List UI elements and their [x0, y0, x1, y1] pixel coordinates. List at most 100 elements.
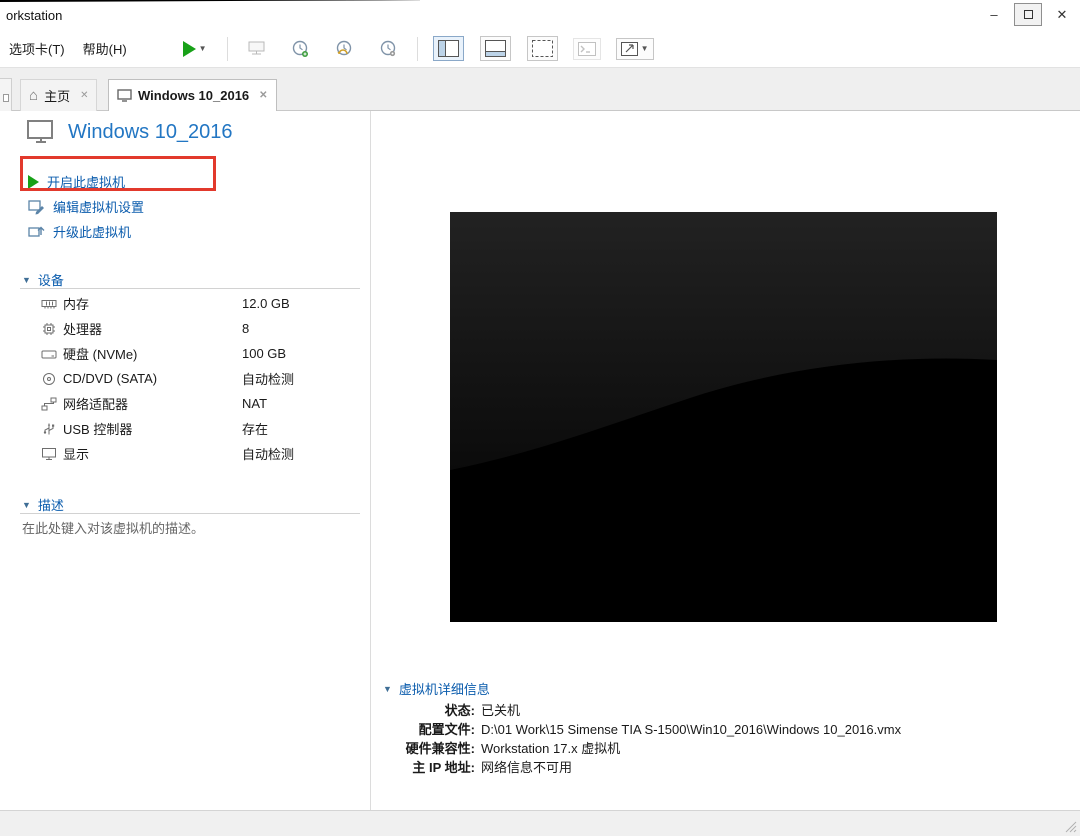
toolbar-separator [226, 36, 228, 61]
home-icon: ⌂ [29, 87, 39, 104]
device-row-display[interactable]: 显示 自动检测 [0, 441, 371, 466]
maximize-button[interactable] [1014, 3, 1042, 26]
device-name: 硬盘 (NVMe) [63, 347, 138, 362]
upgrade-vm-link[interactable]: 升级此虚拟机 [28, 219, 144, 244]
take-snapshot-button[interactable] [286, 36, 314, 62]
device-name: 网络适配器 [63, 397, 129, 412]
disk-icon [41, 350, 57, 358]
device-row-hard-disk[interactable]: 硬盘 (NVMe) 100 GB [0, 341, 371, 366]
device-row-network-adapter[interactable]: 网络适配器 NAT [0, 391, 371, 416]
tab-vm-label: Windows 10_2016 [138, 88, 250, 103]
network-adapter-icon [41, 397, 57, 410]
device-name: 内存 [63, 297, 90, 312]
device-row-processors[interactable]: 处理器 8 [0, 316, 371, 341]
revert-snapshot-icon [336, 40, 351, 55]
tab-home-close-icon[interactable]: ✕ [80, 90, 88, 101]
device-value: 8 [242, 321, 250, 336]
menu-help[interactable]: 帮助(H) [74, 34, 136, 63]
vm-title-monitor-icon [27, 120, 53, 143]
library-tab-icon [2, 94, 9, 102]
device-name: CD/DVD (SATA) [63, 371, 158, 386]
view-layout-group [432, 36, 558, 61]
device-name: 显示 [63, 447, 90, 462]
snapshot-manager-button[interactable] [374, 36, 402, 62]
minimize-icon: – [990, 7, 998, 22]
power-on-toolbar-button[interactable]: ▼ [178, 37, 212, 61]
toolbar: ▼ ▼ [178, 36, 654, 62]
main-content: Windows 10_2016 开启此虚拟机 编辑虚拟机设置 升级此虚拟机 ▼ … [0, 111, 1080, 810]
device-row-usb-controller[interactable]: USB 控制器 存在 [0, 416, 371, 441]
vm-preview-panel: ▼ 虚拟机详细信息 状态: 已关机 配置文件: D:\01 Work\15 Si… [371, 111, 1080, 810]
devices-list: 内存 12.0 GB 处理器 8 硬盘 (NVMe) 100 GB CD/DVD… [0, 291, 371, 466]
page-title: Windows 10_2016 [68, 120, 233, 143]
close-button[interactable]: ✕ [1048, 3, 1076, 26]
vm-console-thumbnail[interactable] [450, 212, 997, 622]
snapshot-group [286, 36, 402, 62]
vm-header: Windows 10_2016 [26, 119, 233, 145]
device-value: 100 GB [242, 346, 287, 361]
play-icon [182, 40, 196, 57]
tab-vm[interactable]: Windows 10_2016 ✕ [108, 79, 277, 112]
tab-home-label: 主页 [44, 89, 71, 104]
device-row-memory[interactable]: 内存 12.0 GB [0, 291, 371, 316]
upgrade-vm-icon [28, 226, 45, 237]
console-button[interactable] [572, 37, 601, 60]
thumbnail-bar-icon [484, 40, 506, 57]
cd-dvd-icon [43, 372, 55, 385]
vm-actions: 开启此虚拟机 编辑虚拟机设置 升级此虚拟机 [28, 169, 144, 244]
vm-screen-image [450, 212, 997, 622]
device-value: NAT [242, 396, 268, 411]
menu-tabs[interactable]: 选项卡(T) [0, 34, 74, 63]
device-value: 自动检测 [242, 372, 295, 387]
take-snapshot-icon [292, 40, 308, 57]
vm-details-header-label: 虚拟机详细信息 [398, 682, 490, 697]
tab-vm-close-icon[interactable]: ✕ [259, 90, 267, 101]
vm-details-section-header[interactable]: ▼ 虚拟机详细信息 [383, 679, 490, 698]
detail-row-primary-ip: 主 IP 地址: 网络信息不可用 [383, 758, 901, 777]
collapse-triangle-icon: ▼ [383, 683, 392, 694]
detail-row-state: 状态: 已关机 [383, 701, 901, 720]
power-on-label: 开启此虚拟机 [47, 175, 126, 190]
revert-snapshot-button[interactable] [330, 36, 358, 62]
detail-row-config-file: 配置文件: D:\01 Work\15 Simense TIA S-1500\W… [383, 720, 901, 739]
detail-row-hardware-compat: 硬件兼容性: Workstation 17.x 虚拟机 [383, 739, 901, 758]
maximize-icon [1023, 10, 1033, 19]
send-ctrl-alt-del-button[interactable] [243, 37, 271, 60]
collapse-triangle-icon: ▼ [22, 499, 31, 510]
console-view-toggle-button[interactable] [526, 36, 558, 61]
resize-grip[interactable] [1064, 820, 1077, 833]
vm-monitor-icon [117, 89, 132, 102]
library-panel-toggle-button[interactable] [432, 36, 464, 61]
device-value: 存在 [242, 422, 269, 437]
power-on-vm-link[interactable]: 开启此虚拟机 [28, 169, 144, 194]
window-title: orkstation [6, 7, 63, 23]
detail-value: 网络信息不可用 [481, 760, 573, 775]
ctrl-alt-del-icon [248, 41, 265, 55]
description-section-header[interactable]: ▼ 描述 [22, 495, 64, 514]
description-placeholder-text[interactable]: 在此处键入对该虚拟机的描述。 [22, 518, 204, 537]
edit-vm-settings-link[interactable]: 编辑虚拟机设置 [28, 194, 144, 219]
play-icon [28, 174, 39, 189]
fullscreen-button[interactable]: ▼ [615, 37, 654, 60]
device-name: 处理器 [63, 322, 103, 337]
detail-label: 状态: [444, 703, 475, 718]
console-view-icon [531, 40, 553, 57]
device-value: 自动检测 [242, 447, 295, 462]
window-controls: – ✕ [980, 3, 1076, 26]
tab-home[interactable]: ⌂ 主页 ✕ [20, 79, 98, 112]
collapse-triangle-icon: ▼ [22, 274, 31, 285]
device-value: 12.0 GB [242, 296, 290, 311]
thumbnail-bar-toggle-button[interactable] [479, 36, 511, 61]
detail-value: Workstation 17.x 虚拟机 [481, 741, 621, 756]
usb-controller-icon [43, 423, 55, 434]
section-divider [20, 288, 360, 289]
cpu-icon [43, 322, 55, 335]
chevron-down-icon: ▼ [640, 44, 649, 53]
detail-value: 已关机 [481, 703, 521, 718]
minimize-button[interactable]: – [980, 3, 1008, 26]
memory-icon [41, 299, 57, 308]
edit-settings-label: 编辑虚拟机设置 [53, 200, 145, 215]
detail-label: 配置文件: [418, 722, 475, 737]
devices-section-header[interactable]: ▼ 设备 [22, 270, 64, 289]
device-row-cd-dvd[interactable]: CD/DVD (SATA) 自动检测 [0, 366, 371, 391]
